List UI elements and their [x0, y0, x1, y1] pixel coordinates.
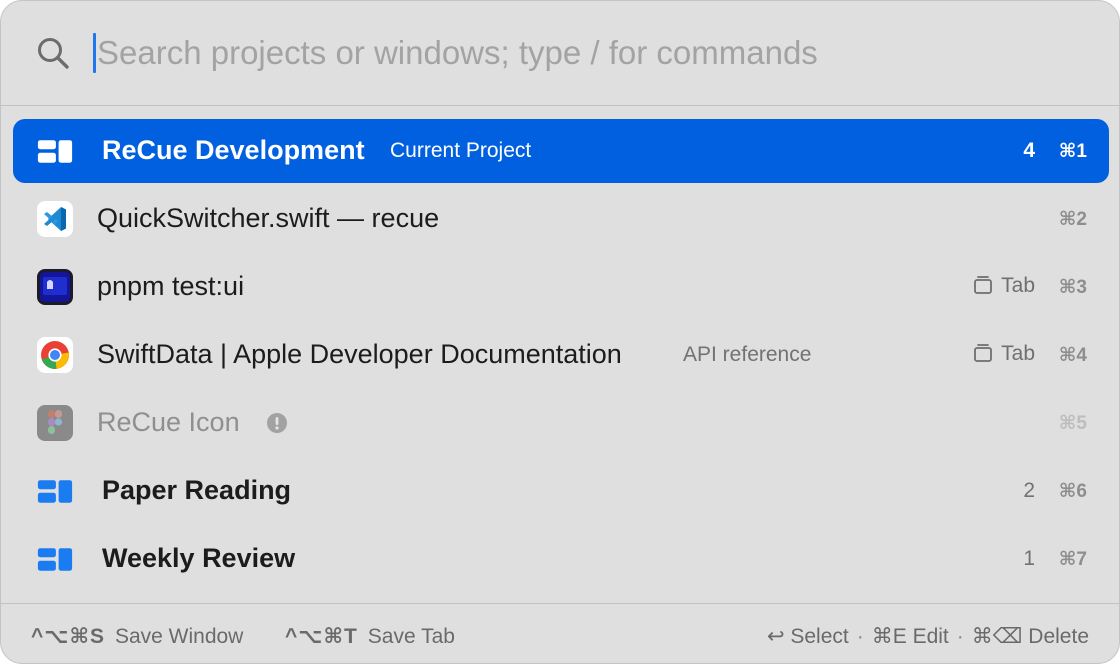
chrome-icon: [37, 337, 73, 373]
save-window-keys: ^⌥⌘S: [31, 625, 105, 648]
tab-badge: Tab: [973, 342, 1035, 366]
tab-icon: [974, 344, 993, 362]
save-tab-hint[interactable]: ^⌥⌘T Save Tab: [285, 624, 455, 649]
footer-bar: ^⌥⌘S Save Window ^⌥⌘T Save Tab ↩ Select · ⌘E…: [1, 603, 1119, 663]
result-title: ReCue Icon: [97, 407, 240, 437]
results-list: ReCue Development Current Project 4 ⌘1 Q…: [13, 119, 1109, 595]
tab-badge: Tab: [973, 274, 1035, 298]
save-tab-label: Save Tab: [367, 625, 455, 648]
save-window-hint[interactable]: ^⌥⌘S Save Window: [31, 624, 243, 649]
result-title: Paper Reading: [102, 475, 292, 505]
shortcut-hint: ⌘7: [1058, 549, 1087, 570]
tab-icon: [974, 276, 993, 294]
shortcut-hint: ⌘2: [1058, 209, 1087, 230]
result-title: QuickSwitcher.swift — recue: [97, 203, 440, 233]
shortcut-hint: ⌘5: [1058, 413, 1087, 434]
result-title: Weekly Review: [102, 543, 296, 573]
save-window-label: Save Window: [114, 625, 244, 648]
action-hints: ↩ Select · ⌘E Edit · ⌘⌫ Delete: [767, 624, 1089, 649]
result-row-project[interactable]: ReCue Development Current Project 4 ⌘1: [13, 119, 1109, 183]
tab-label: Tab: [1001, 342, 1035, 365]
search-input[interactable]: [97, 27, 1077, 79]
separator-dot: ·: [956, 625, 964, 648]
result-row-project[interactable]: Paper Reading 2 ⌘6: [13, 459, 1109, 523]
shortcut-hint: ⌘6: [1058, 481, 1087, 502]
window-count: 1: [1023, 547, 1035, 570]
window-count: 2: [1023, 479, 1035, 502]
result-subtitle: API reference: [683, 343, 812, 366]
quick-switcher-panel: ReCue Development Current Project 4 ⌘1 Q…: [0, 0, 1120, 664]
result-row-window[interactable]: QuickSwitcher.swift — recue ⌘2: [13, 187, 1109, 251]
result-row-project[interactable]: Weekly Review 1 ⌘7: [13, 527, 1109, 591]
delete-hint[interactable]: ⌘⌫ Delete: [972, 625, 1089, 648]
exclamation-icon: [267, 413, 287, 433]
search-icon: [38, 38, 69, 69]
project-icon: [37, 140, 73, 163]
separator-dot: ·: [856, 625, 864, 648]
shortcut-hint: ⌘4: [1058, 345, 1087, 366]
figma-icon: [37, 405, 73, 441]
result-title: SwiftData | Apple Developer Documentatio…: [97, 339, 622, 369]
search-bar: [1, 1, 1119, 106]
result-title: ReCue Development: [102, 135, 365, 165]
shortcut-hint: ⌘3: [1058, 277, 1087, 298]
project-icon: [37, 480, 73, 503]
edit-hint[interactable]: ⌘E Edit: [872, 625, 949, 648]
result-row-window[interactable]: ReCue Icon ⌘5: [13, 391, 1109, 455]
project-icon: [37, 548, 73, 571]
vscode-icon: [37, 201, 73, 237]
result-row-window[interactable]: pnpm test:ui Tab ⌘3: [13, 255, 1109, 319]
tab-label: Tab: [1001, 274, 1035, 297]
terminal-app-icon: [37, 269, 73, 305]
result-title: pnpm test:ui: [97, 271, 245, 301]
window-count: 4: [1023, 139, 1035, 162]
result-subtitle: Current Project: [390, 139, 532, 162]
shortcut-hint: ⌘1: [1058, 141, 1087, 162]
text-caret: [93, 33, 96, 73]
result-row-window[interactable]: SwiftData | Apple Developer Documentatio…: [13, 323, 1109, 387]
select-hint[interactable]: ↩ Select: [767, 625, 849, 648]
save-tab-keys: ^⌥⌘T: [285, 625, 358, 648]
